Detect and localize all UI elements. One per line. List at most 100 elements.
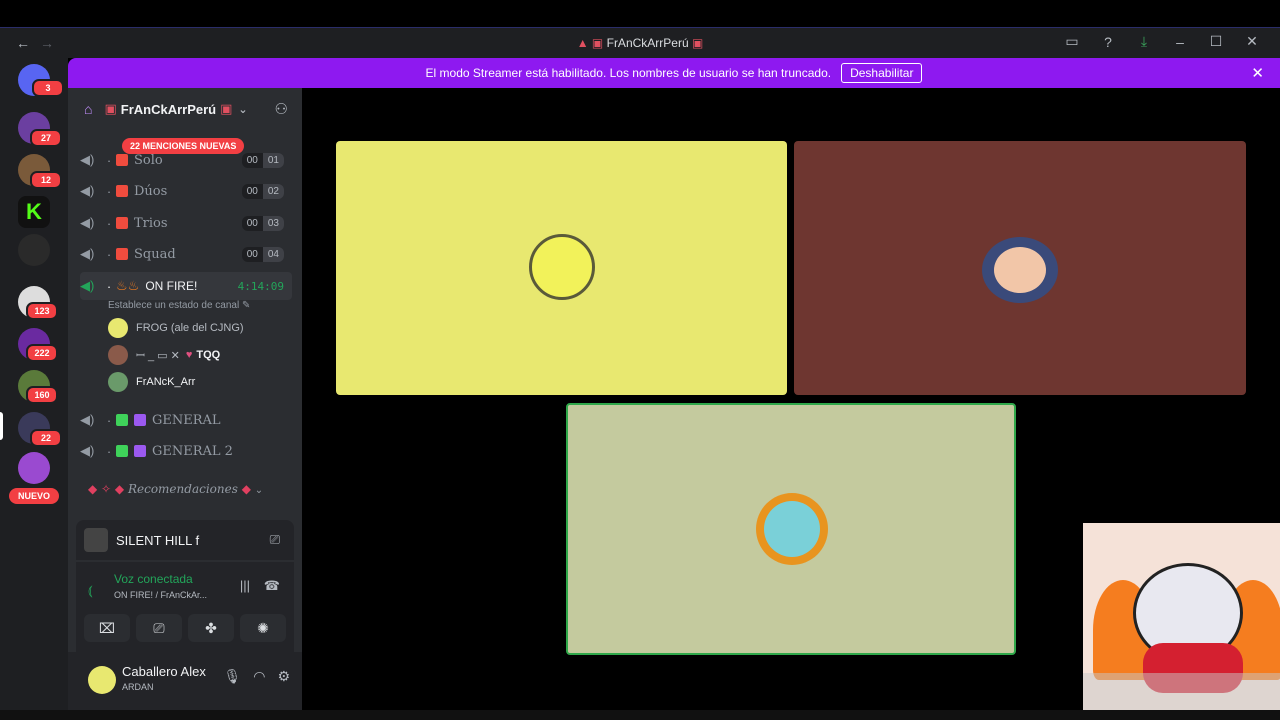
count-limit: 01 bbox=[262, 152, 284, 168]
settings-gear-icon[interactable]: ⚙ bbox=[277, 668, 290, 685]
bullet-icon: · bbox=[106, 443, 112, 459]
minimize-icon[interactable]: – bbox=[1162, 34, 1198, 50]
server-badge: 160 bbox=[26, 386, 58, 404]
voice-channel[interactable]: ◀) · Trios 00 03 bbox=[80, 209, 292, 237]
activities-icon[interactable]: ✤ bbox=[188, 614, 234, 642]
count-current: 00 bbox=[241, 152, 263, 168]
voice-channel[interactable]: ◀) · Solo 00 01 bbox=[80, 146, 292, 174]
member-name: FrANcK_Arr bbox=[136, 376, 196, 388]
avatar bbox=[108, 318, 128, 338]
server-badge: 123 bbox=[26, 302, 58, 320]
video-tile[interactable] bbox=[794, 141, 1246, 395]
user-count: 00 03 bbox=[241, 215, 284, 231]
k-logo-icon: K bbox=[26, 199, 42, 224]
user-count: 00 02 bbox=[241, 183, 284, 199]
speaker-icon: ◀) bbox=[80, 412, 95, 427]
channel-name: Trios bbox=[134, 215, 168, 231]
voice-status[interactable]: Voz conectada bbox=[114, 572, 193, 586]
chevron-down-icon: ⌄ bbox=[254, 485, 264, 496]
pencil-icon: ✎ bbox=[242, 300, 251, 311]
category-header[interactable]: ◆ ✧ ◆ Recomendaciones ◆ ⌄ bbox=[88, 482, 263, 496]
user-status: ARDAN bbox=[122, 682, 154, 692]
avatar[interactable] bbox=[88, 666, 116, 694]
noise-suppression-icon[interactable]: ||| bbox=[240, 578, 250, 593]
download-icon[interactable]: ⤓ bbox=[1126, 33, 1162, 50]
inbox-icon[interactable]: ▭ bbox=[1054, 33, 1090, 50]
selected-server-pill bbox=[0, 412, 3, 440]
camera-off-icon[interactable]: ⌧ bbox=[84, 614, 130, 642]
user-controls: 🎙︎ ◠ ⚙ bbox=[223, 668, 290, 685]
tile-icon: ▣ bbox=[691, 36, 704, 50]
server-name: FrAnCkArrPerú bbox=[120, 101, 217, 117]
channel-name: Dúos bbox=[134, 183, 168, 199]
channel-sidebar: ⌂ ▣ FrAnCkArrPerú ▣ ⌄ ⚇ 22 MENCIONES NUE… bbox=[68, 88, 302, 720]
red-square-icon bbox=[116, 185, 128, 197]
voice-member[interactable]: ꟷ _ ▭ ✕ ♥ TQQ bbox=[108, 344, 220, 366]
voice-channel[interactable]: ◀) · Dúos 00 02 bbox=[80, 177, 292, 205]
count-current: 00 bbox=[241, 183, 263, 199]
nuevo-badge[interactable]: NUEVO bbox=[9, 488, 59, 504]
kick-server-icon[interactable]: K bbox=[18, 196, 50, 228]
voice-member[interactable]: FrANcK_Arr bbox=[108, 371, 195, 393]
avatar bbox=[108, 372, 128, 392]
count-current: 00 bbox=[241, 215, 263, 231]
channel-status-hint[interactable]: Establece un estado de canal ✎ bbox=[108, 300, 250, 311]
voice-channel[interactable]: ◀) · GENERAL bbox=[80, 406, 292, 434]
stream-game-icon[interactable]: ⎚ bbox=[270, 532, 280, 548]
green-square-icon bbox=[116, 414, 128, 426]
invite-people-icon[interactable]: ⚇ bbox=[275, 100, 288, 118]
count-limit: 02 bbox=[262, 183, 284, 199]
avatar-face bbox=[994, 247, 1046, 293]
bullet-icon: · bbox=[106, 183, 112, 199]
activity-panel: SILENT HILL f ⎚ bbox=[76, 520, 294, 560]
username[interactable]: Caballero Alex bbox=[122, 664, 206, 679]
server-icon[interactable] bbox=[18, 234, 50, 266]
headphones-icon[interactable]: ◠ bbox=[253, 668, 265, 685]
maximize-icon[interactable]: ☐ bbox=[1198, 33, 1234, 50]
window-controls: ▭ ? ⤓ – ☐ ✕ bbox=[1054, 33, 1270, 50]
flag-icon: ▲ bbox=[576, 36, 589, 50]
count-current: 00 bbox=[241, 246, 263, 262]
decorative-glyphs: ꟷ _ ▭ ✕ bbox=[136, 349, 180, 362]
count-limit: 03 bbox=[262, 215, 284, 231]
tile-icon: ▣ bbox=[220, 101, 233, 116]
video-tile-speaking[interactable] bbox=[566, 403, 1016, 655]
soundboard-icon[interactable]: ✺ bbox=[240, 614, 286, 642]
channel-name: GENERAL bbox=[152, 412, 221, 428]
microphone-icon[interactable]: 🎙︎ bbox=[223, 668, 241, 685]
fire-icon: ♨♨ bbox=[116, 278, 140, 293]
member-name: FROG (ale del CJNG) bbox=[136, 322, 244, 334]
green-square-icon bbox=[116, 445, 128, 457]
disconnect-icon[interactable]: ☎ bbox=[264, 578, 280, 594]
close-icon[interactable]: ✕ bbox=[1234, 33, 1270, 50]
server-header[interactable]: ⌂ ▣ FrAnCkArrPerú ▣ ⌄ ⚇ bbox=[68, 88, 302, 130]
screen-share-icon[interactable]: ⎚ bbox=[136, 614, 182, 642]
avatar-face bbox=[764, 501, 820, 557]
speaker-icon: ◀) bbox=[80, 215, 95, 230]
speaker-icon: ◀) bbox=[80, 278, 95, 293]
member-name: TQQ bbox=[196, 349, 221, 361]
speaker-icon: ◀) bbox=[80, 443, 95, 458]
signal-icon[interactable]: ⦅ bbox=[88, 582, 93, 599]
bullet-icon: · bbox=[106, 412, 112, 428]
diamond-icon: ◆ ✧ ◆ bbox=[88, 482, 125, 496]
server-badge: 3 bbox=[32, 79, 64, 97]
tile-icon: ▣ bbox=[104, 101, 117, 116]
speaker-icon: ◀) bbox=[80, 152, 95, 167]
participant-avatar bbox=[982, 237, 1058, 303]
close-icon[interactable]: ✕ bbox=[1251, 64, 1264, 82]
voice-member[interactable]: FROG (ale del CJNG) bbox=[108, 317, 244, 339]
server-icon[interactable] bbox=[18, 452, 50, 484]
active-voice-channel[interactable]: ◀) · ♨♨ ON FIRE! 4:14:09 bbox=[80, 272, 292, 300]
help-icon[interactable]: ? bbox=[1090, 34, 1126, 50]
voice-channel[interactable]: ◀) · GENERAL 2 bbox=[80, 437, 292, 465]
voice-channel-path[interactable]: ON FIRE! / FrAnCkAr... bbox=[114, 590, 207, 600]
banner-message: El modo Streamer está habilitado. Los no… bbox=[425, 66, 832, 80]
video-tile[interactable] bbox=[336, 141, 787, 395]
purple-square-icon bbox=[134, 414, 146, 426]
server-badge: 22 bbox=[30, 429, 62, 447]
voice-channel[interactable]: ◀) · Squad 00 04 bbox=[80, 240, 292, 268]
disable-streamer-button[interactable]: Deshabilitar bbox=[841, 63, 923, 83]
bullet-icon: · bbox=[106, 215, 112, 231]
category-name: Recomendaciones bbox=[127, 482, 238, 496]
